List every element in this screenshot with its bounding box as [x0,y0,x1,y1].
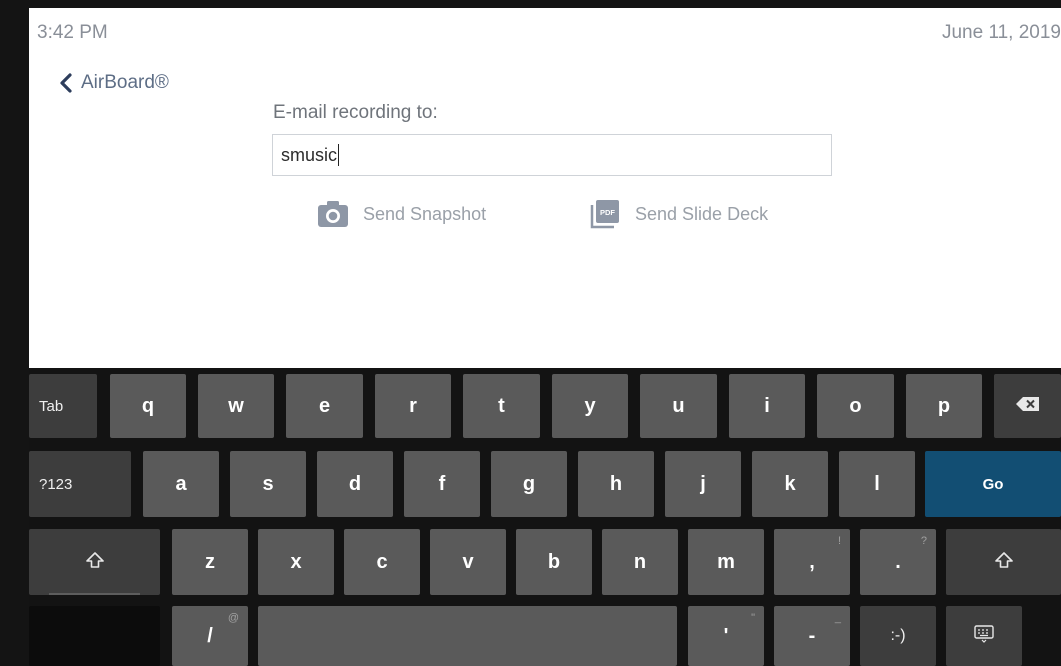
device-frame-left [0,0,29,666]
key-comma[interactable]: , ! [774,529,850,595]
send-snapshot-button[interactable]: Send Snapshot [317,198,486,230]
key-smiley[interactable]: :-) [860,606,936,666]
key-hyphen[interactable]: - _ [774,606,850,666]
key-apostrophe[interactable]: ' " [688,606,764,666]
key-slash[interactable]: / @ [172,606,248,666]
key-k[interactable]: k [752,451,828,517]
text-caret [338,144,340,166]
key-u[interactable]: u [640,374,717,438]
send-snapshot-label: Send Snapshot [363,203,487,224]
key-w[interactable]: w [198,374,274,438]
send-slide-deck-button[interactable]: PDF Send Slide Deck [589,198,768,230]
key-period-hint: ? [920,535,927,547]
key-period[interactable]: . ? [860,529,936,595]
key-shift-left[interactable] [29,529,160,595]
key-c[interactable]: c [344,529,420,595]
status-date: June 11, 2019 [941,22,1061,43]
key-a[interactable]: a [143,451,219,517]
key-p[interactable]: p [906,374,982,438]
key-hyphen-hint: _ [834,612,841,624]
key-n[interactable]: n [602,529,678,595]
key-m[interactable]: m [688,529,764,595]
device-frame-top [0,0,1061,8]
shift-icon [85,552,104,572]
back-label: AirBoard® [81,72,169,93]
key-i[interactable]: i [729,374,805,438]
key-h[interactable]: h [578,451,654,517]
key-hyphen-label: - [808,624,816,647]
key-hide-keyboard[interactable] [946,606,1022,666]
key-shift-right[interactable] [946,529,1061,595]
shift-underline [49,593,140,595]
key-e[interactable]: e [286,374,363,438]
send-slide-deck-label: Send Slide Deck [635,203,769,224]
key-slash-label: / [207,624,213,647]
email-recording-label: E-mail recording to: [273,102,438,123]
backspace-icon [1015,397,1040,415]
key-blank-left [29,606,160,666]
key-slash-hint: @ [227,612,239,624]
key-apostrophe-label: ' [723,624,729,647]
key-j[interactable]: j [665,451,741,517]
key-comma-hint: ! [837,535,841,547]
key-z[interactable]: z [172,529,248,595]
key-o[interactable]: o [817,374,894,438]
back-button[interactable]: AirBoard® [59,72,169,94]
key-q[interactable]: q [110,374,186,438]
key-symbols[interactable]: ?123 [29,451,131,517]
key-apostrophe-hint: " [751,612,755,624]
on-screen-keyboard: Tab q w e r t y u i o p ?123 a s d f g h… [29,368,1061,666]
email-input[interactable]: smusic [272,134,832,176]
key-go[interactable]: Go [925,451,1061,517]
shift-icon [994,552,1013,572]
key-l[interactable]: l [839,451,915,517]
key-d[interactable]: d [317,451,393,517]
key-f[interactable]: f [404,451,480,517]
keyboard-icon [974,625,994,647]
key-g[interactable]: g [491,451,567,517]
key-backspace[interactable] [994,374,1061,438]
key-tab[interactable]: Tab [29,374,97,438]
key-r[interactable]: r [375,374,451,438]
pdf-icon: PDF [589,198,621,230]
key-comma-label: , [809,550,815,573]
key-s[interactable]: s [230,451,306,517]
email-input-value: smusic [281,144,338,165]
key-v[interactable]: v [430,529,506,595]
key-space[interactable] [258,606,677,666]
camera-icon [317,198,349,230]
app-screen: 3:42 PM June 11, 2019 AirBoard® E-mail r… [29,8,1061,368]
key-period-label: . [895,550,901,573]
key-b[interactable]: b [516,529,592,595]
key-x[interactable]: x [258,529,334,595]
pdf-badge-text: PDF [600,208,615,217]
status-time: 3:42 PM [37,22,108,43]
key-y[interactable]: y [552,374,628,438]
chevron-left-icon [59,73,73,93]
key-t[interactable]: t [463,374,540,438]
